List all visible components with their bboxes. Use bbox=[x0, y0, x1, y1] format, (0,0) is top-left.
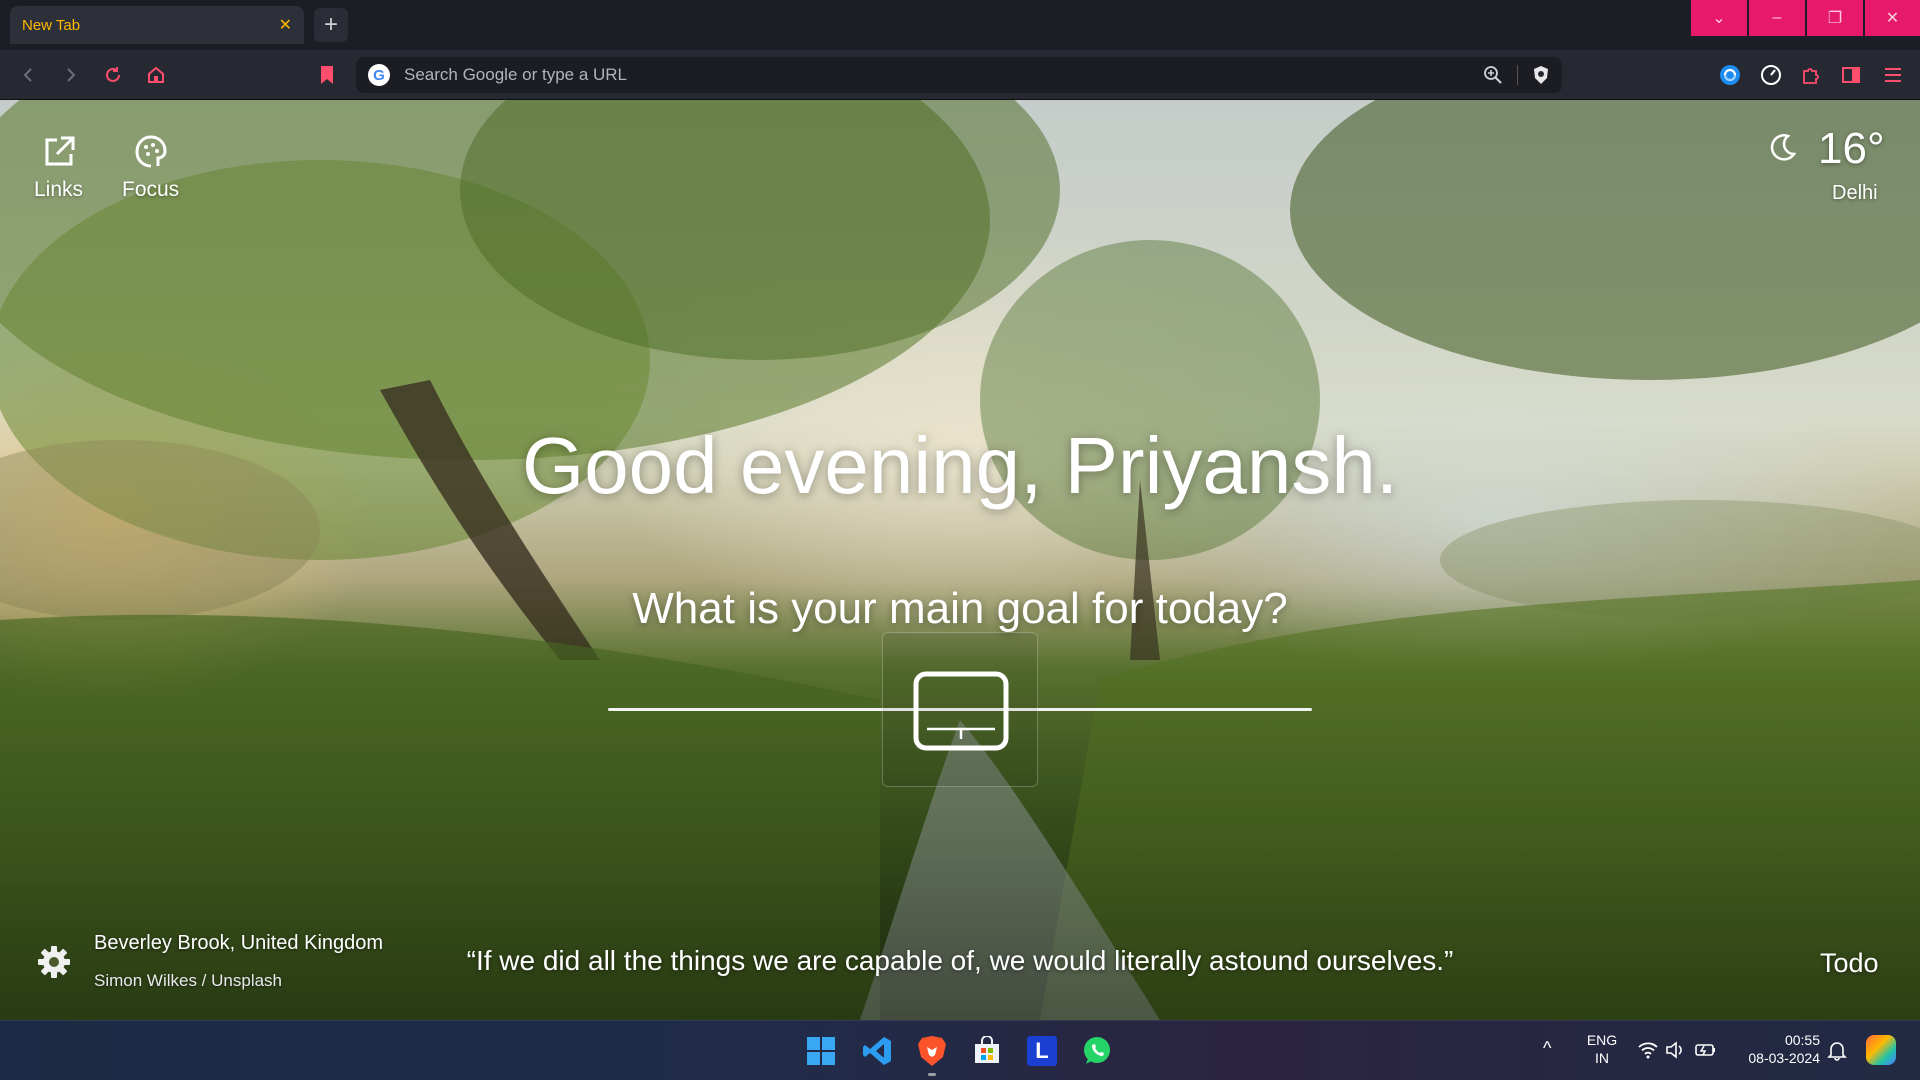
battery-charging-icon[interactable] bbox=[1694, 1041, 1716, 1059]
store-taskbar-app[interactable] bbox=[967, 1031, 1007, 1071]
microsoft-store-icon bbox=[975, 1036, 999, 1063]
l-app-icon: L bbox=[1027, 1036, 1057, 1066]
notification-bell-icon[interactable] bbox=[1826, 1039, 1848, 1061]
daily-quote[interactable]: “If we did all the things we are capable… bbox=[420, 945, 1500, 977]
whatsapp-icon bbox=[1084, 1037, 1110, 1064]
l-taskbar-app[interactable]: L bbox=[1022, 1031, 1062, 1071]
whatsapp-taskbar-app[interactable] bbox=[1077, 1031, 1117, 1071]
back-arrow-icon bbox=[23, 68, 32, 82]
minimize-button[interactable]: – bbox=[1749, 0, 1805, 36]
menu-button[interactable] bbox=[1880, 62, 1906, 88]
focus-label: Focus bbox=[122, 178, 180, 201]
google-icon: G bbox=[368, 64, 390, 86]
title-bar: New Tab ✕ + ⌄ – ❐ ✕ bbox=[0, 0, 1920, 50]
swirl-extension-icon bbox=[1720, 65, 1740, 85]
links-button[interactable]: Links bbox=[34, 132, 83, 202]
new-tab-background bbox=[0, 100, 1920, 1020]
brain-icon bbox=[135, 135, 167, 168]
extensions-button[interactable] bbox=[1798, 62, 1824, 88]
language-indicator[interactable]: ENG IN bbox=[1582, 1031, 1622, 1067]
vscode-icon bbox=[863, 1037, 891, 1065]
clock-date: 08-03-2024 bbox=[1748, 1050, 1820, 1066]
main-goal-question: What is your main goal for today? bbox=[632, 584, 1288, 633]
photo-credit[interactable]: Simon Wilkes / Unsplash bbox=[94, 971, 282, 991]
weather-city[interactable]: Delhi bbox=[1832, 182, 1878, 205]
windows-taskbar: L ^ ENG IN 00:55 08-03-2024 bbox=[0, 1020, 1920, 1080]
moon-icon bbox=[1770, 134, 1797, 161]
forward-button[interactable] bbox=[57, 62, 83, 88]
tray-overflow-chevron[interactable]: ^ bbox=[1543, 1039, 1551, 1057]
new-tab-button[interactable]: + bbox=[314, 8, 348, 42]
bookmark-button[interactable] bbox=[314, 62, 340, 88]
reload-button[interactable] bbox=[100, 62, 126, 88]
bookmark-icon bbox=[321, 66, 333, 84]
extension-blue-button[interactable] bbox=[1717, 62, 1743, 88]
sidebar-icon bbox=[1842, 67, 1860, 83]
clock-time: 00:55 bbox=[1784, 1032, 1820, 1048]
volume-icon[interactable] bbox=[1665, 1041, 1685, 1059]
address-bar-placeholder: Search Google or type a URL bbox=[404, 65, 628, 84]
browser-toolbar: G Search Google or type a URL bbox=[0, 50, 1920, 100]
external-link-icon bbox=[45, 136, 75, 166]
start-button[interactable] bbox=[801, 1031, 841, 1071]
hamburger-menu-icon bbox=[1885, 68, 1901, 82]
gauge-extension-icon bbox=[1761, 65, 1781, 85]
settings-gear-icon[interactable] bbox=[36, 944, 72, 980]
links-label: Links bbox=[34, 178, 84, 201]
close-button[interactable]: ✕ bbox=[1865, 0, 1920, 36]
tab-title: New Tab bbox=[22, 16, 81, 34]
home-button[interactable] bbox=[143, 62, 169, 88]
vscode-taskbar-app[interactable] bbox=[857, 1031, 897, 1071]
system-clock[interactable]: 00:55 08-03-2024 bbox=[1730, 1031, 1820, 1067]
weather-temperature[interactable]: 16° bbox=[1818, 124, 1885, 174]
wifi-icon[interactable] bbox=[1637, 1041, 1659, 1059]
touch-keyboard-popup[interactable] bbox=[882, 632, 1038, 787]
language-code: ENG bbox=[1586, 1032, 1618, 1048]
home-icon bbox=[148, 66, 164, 83]
zoom-icon[interactable] bbox=[1483, 65, 1503, 85]
brave-shields-icon[interactable] bbox=[1532, 65, 1550, 85]
omnibox-divider bbox=[1517, 65, 1518, 85]
tab-search-dropdown-button[interactable]: ⌄ bbox=[1691, 0, 1747, 36]
touch-keyboard-icon bbox=[913, 671, 1009, 751]
copilot-icon[interactable] bbox=[1866, 1035, 1896, 1065]
reload-icon bbox=[106, 67, 120, 82]
brave-running-indicator bbox=[928, 1073, 936, 1076]
background-shade bbox=[0, 100, 1920, 1020]
focus-button[interactable]: Focus bbox=[122, 132, 179, 202]
photo-location[interactable]: Beverley Brook, United Kingdom bbox=[94, 932, 383, 955]
greeting: Good evening, Priyansh. bbox=[521, 421, 1399, 510]
restore-button[interactable]: ❐ bbox=[1807, 0, 1863, 36]
puzzle-icon bbox=[1803, 68, 1819, 84]
todo-button[interactable]: Todo bbox=[1820, 948, 1879, 979]
extension-gauge-button[interactable] bbox=[1758, 62, 1784, 88]
address-bar[interactable]: G Search Google or type a URL bbox=[356, 57, 1562, 93]
forward-arrow-icon bbox=[67, 68, 76, 82]
brave-taskbar-app[interactable] bbox=[912, 1031, 952, 1071]
tab-new-tab[interactable]: New Tab ✕ bbox=[10, 6, 304, 44]
brave-icon bbox=[918, 1036, 946, 1066]
back-button[interactable] bbox=[16, 62, 42, 88]
tab-close-icon[interactable]: ✕ bbox=[279, 15, 292, 35]
sidebar-button[interactable] bbox=[1838, 62, 1864, 88]
region-code: IN bbox=[1595, 1050, 1609, 1066]
windows-start-icon bbox=[807, 1037, 835, 1065]
